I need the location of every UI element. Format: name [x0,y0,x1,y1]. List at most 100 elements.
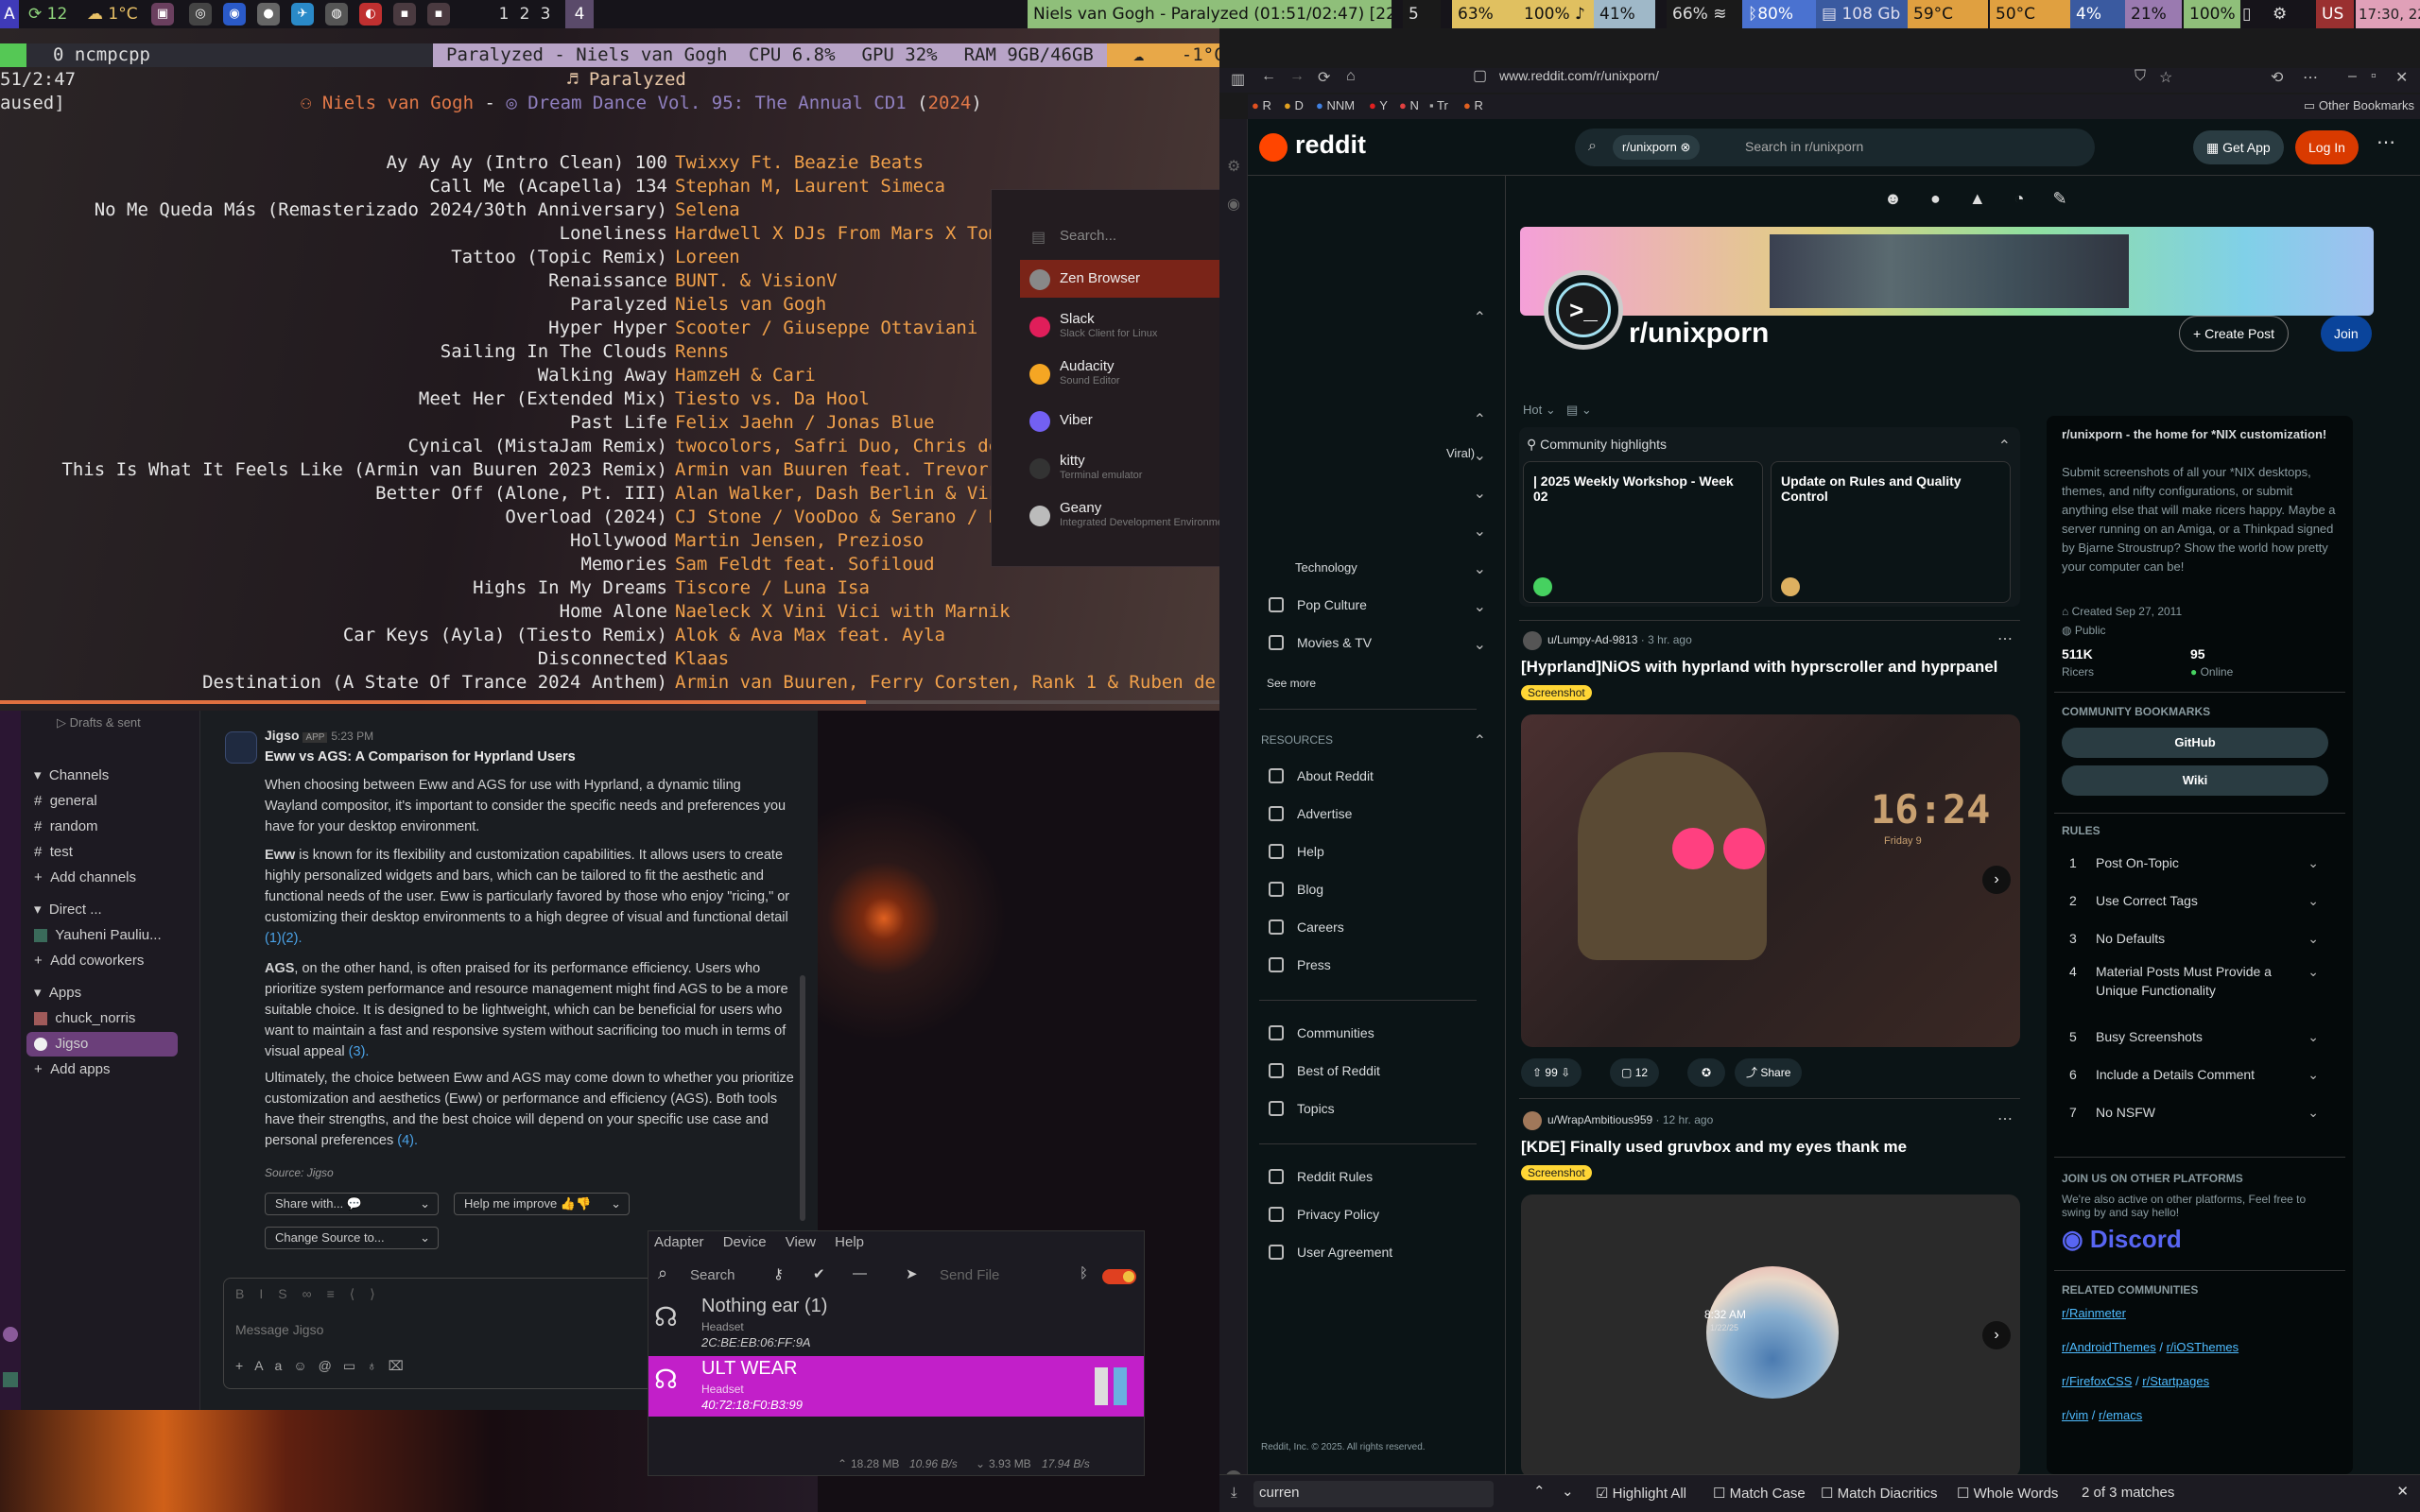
related-link[interactable]: r/vim [2062,1408,2088,1422]
workspace-4-active[interactable]: 4 [565,0,594,28]
menu-adapter[interactable]: Adapter [654,1234,704,1250]
github-bookmark-button[interactable]: GitHub [2062,728,2328,758]
find-previous-icon[interactable]: ⌃ [1533,1483,1546,1500]
send-file-label[interactable]: Send File [940,1267,999,1283]
download-icon[interactable]: ⤓ [1231,1485,1237,1501]
post-author[interactable]: u/WrapAmbitious959 [1547,1113,1652,1126]
sort-select[interactable]: Hot ⌄ [1523,403,1556,418]
rule-item[interactable]: 5 Busy Screenshots ⌄ [2064,1021,2319,1053]
direct-header[interactable]: ▾ Direct ... [34,898,102,922]
send-icon[interactable]: ➤ [906,1265,918,1282]
disk-widget[interactable]: ▤ 108 Gb [1816,0,1908,28]
chevron-up-icon[interactable]: ⌃ [1474,731,1486,750]
citation-link[interactable]: (3). [349,1044,370,1059]
track-title[interactable]: Sailing In The Clouds [441,340,667,364]
sidebar-item-jigso[interactable]: Jigso [26,1032,178,1057]
track-title[interactable]: Car Keys (Ayla) (Tiesto Remix) [343,624,667,647]
nav-link[interactable]: Topics [1269,1092,1335,1125]
rule-item[interactable]: 1 Post On-Topic ⌄ [2064,847,2319,879]
post-options-icon[interactable]: ⋯ [1997,1109,2013,1128]
rule-item[interactable]: 3 No Defaults ⌄ [2064,922,2319,954]
see-more-link[interactable]: See more [1267,667,1316,699]
track-title[interactable]: Better Off (Alone, Pt. III) [375,482,667,506]
menu-icon[interactable]: ⋯ [2303,68,2318,87]
highlight-all-checkbox[interactable]: ☑ Highlight All [1596,1485,1686,1502]
menu-help[interactable]: Help [835,1234,864,1250]
sidebar-item-test[interactable]: # test [34,840,73,865]
volume-widget[interactable]: 100% ♪ [1518,0,1594,28]
workspace-3[interactable]: 3 [535,0,556,28]
chevron-down-icon[interactable]: ⌄ [1474,484,1486,503]
brightness-widget[interactable]: 41% [1594,0,1655,28]
post-card[interactable]: u/WrapAmbitious959 · 12 hr. ago ⋯ [KDE] … [1519,1108,2020,1474]
nav-link[interactable]: Privacy Policy [1269,1198,1379,1230]
nav-link[interactable]: Careers [1269,911,1344,943]
chevron-down-icon[interactable]: ⌄ [1474,559,1486,578]
post-flair[interactable]: Screenshot [1521,1164,1592,1181]
rule-item[interactable]: 4 Material Posts Must Provide a Unique Fu… [2064,962,2319,1004]
sidebar-toggle-icon[interactable]: ▥ [1231,70,1245,89]
reddit-logo-icon[interactable] [1259,133,1288,162]
nav-link[interactable]: Advertise [1269,798,1352,830]
track-title[interactable]: Cynical (MistaJam Remix) [407,435,667,458]
minimize-icon[interactable]: – [2348,68,2357,85]
bookmark-item[interactable]: ● R [1463,98,1483,112]
track-title[interactable]: Home Alone [560,600,667,624]
bookmark-item[interactable]: ● Y [1369,98,1388,112]
track-artist[interactable]: Renns [675,340,729,364]
track-title[interactable]: Tattoo (Topic Remix) [451,246,667,269]
get-app-button[interactable]: ▦ Get App [2193,130,2284,164]
memory-widget[interactable]: 21% [2125,0,2182,28]
maximize-icon[interactable]: ▫ [2371,68,2377,85]
track-title[interactable]: Hyper Hyper [548,317,667,340]
track-artist[interactable]: HamzeH & Cari [675,364,816,387]
track-title[interactable]: Loneliness [560,222,667,246]
nav-link[interactable]: Press [1269,949,1331,981]
track-title[interactable]: Past Life [570,411,667,435]
track-artist[interactable]: Scooter / Giuseppe Ottaviani [675,317,977,340]
nav-link[interactable]: Blog [1269,873,1323,905]
bold-icon[interactable]: B [235,1286,259,1301]
progress-track[interactable] [0,700,1219,704]
plus-icon[interactable]: + [235,1358,254,1373]
track-artist[interactable]: Klaas [675,647,729,671]
resources-header[interactable]: RESOURCES [1261,724,1333,756]
taskbar-app-icon[interactable]: ◍ [325,3,348,26]
nav-link[interactable]: Reddit Rules [1269,1160,1373,1193]
track-artist[interactable]: twocolors, Safri Duo, Chris de [675,435,999,458]
nav-link[interactable]: Communities [1269,1017,1374,1049]
check-icon[interactable]: ✔ [813,1265,825,1282]
track-title[interactable]: Paralyzed [570,293,667,317]
more-menu-icon[interactable]: ⋯ [2377,130,2395,154]
track-artist[interactable]: Niels van Gogh [675,293,826,317]
track-artist[interactable]: Felix Jaehn / Jonas Blue [675,411,935,435]
match-case-checkbox[interactable]: ☐ Match Case [1713,1485,1806,1502]
share-with-select[interactable]: Share with... 💬 ⌄ [265,1193,439,1215]
track-artist[interactable]: BUNT. & VisionV [675,269,838,293]
message-author[interactable]: Jigso [265,728,300,743]
nav-link[interactable]: Help [1269,835,1324,868]
login-button[interactable]: Log In [2295,130,2359,164]
bluetooth-toggle[interactable] [1102,1269,1136,1284]
link-icon[interactable]: ∞ [302,1286,327,1301]
menu-view[interactable]: View [786,1234,816,1250]
shortcut-icon[interactable]: ⌧ [389,1358,415,1373]
track-artist[interactable]: Armin van Buuren, Ferry Corsten, Rank 1 … [675,671,1219,695]
launcher-button[interactable]: A [0,0,19,28]
bookmark-item[interactable]: ● N [1399,98,1419,112]
citation-link[interactable]: (4). [397,1133,418,1148]
sidebar-item-dm[interactable]: Yauheni Pauliu... [34,923,162,948]
topic-technology[interactable]: Technology [1295,552,1357,584]
gpu-temp-widget[interactable]: 50°C [1990,0,2070,28]
track-title[interactable]: Overload (2024) [505,506,667,529]
find-next-icon[interactable]: ⌄ [1562,1483,1574,1500]
taskbar-app-icon[interactable]: ▪ [393,3,416,26]
list-icon[interactable]: ≡ [327,1286,350,1301]
italic-icon[interactable]: I [259,1286,278,1301]
track-title[interactable]: Disconnected [538,647,667,671]
mic-icon[interactable]: ♁ [367,1358,389,1373]
chevron-down-icon[interactable]: ⌄ [1474,522,1486,541]
rule-item[interactable]: 2 Use Correct Tags ⌄ [2064,885,2319,917]
add-coworkers[interactable]: + Add coworkers [34,949,144,973]
chevron-down-icon[interactable]: ⌄ [1474,635,1486,654]
